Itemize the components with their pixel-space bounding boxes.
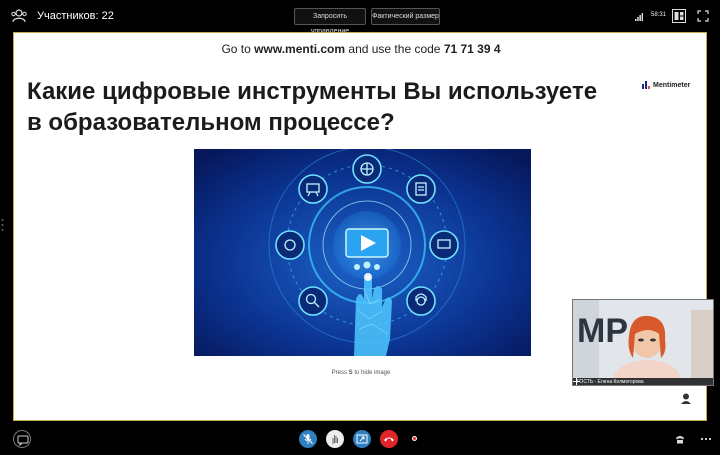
- question-title: Какие цифровые инструменты Вы использует…: [27, 78, 598, 136]
- participants-count[interactable]: Участников: 22: [37, 10, 114, 22]
- participant-video-tile[interactable]: MP ГОСТЬ - Елена Колмогорова: [572, 299, 714, 386]
- top-bar: Участников: 22 Запросить управление Факт…: [0, 0, 720, 35]
- hint-suffix: to hide image: [352, 370, 391, 376]
- video-name-bar: ГОСТЬ - Елена Колмогорова: [573, 378, 713, 385]
- signal-icon: [635, 13, 643, 21]
- phone-icon: [676, 436, 684, 444]
- meeting-timer: 58:31: [651, 12, 667, 18]
- join-prefix: Go to: [221, 42, 255, 56]
- wall-letters: MP: [577, 312, 628, 350]
- participants-icon[interactable]: [11, 9, 27, 23]
- more-icon: [700, 437, 712, 441]
- layout-icon[interactable]: [672, 9, 686, 23]
- join-mid: and use the code: [345, 42, 444, 56]
- actual-size-button[interactable]: Фактический размер: [371, 8, 440, 25]
- hang-up-icon: [384, 437, 394, 442]
- person-icon: [681, 393, 691, 404]
- menti-url: www.menti.com: [254, 42, 346, 56]
- mentimeter-logo: Mentimeter: [642, 80, 690, 90]
- more-options-button[interactable]: [697, 430, 715, 448]
- raise-hand-icon: [332, 435, 338, 444]
- record-icon: [412, 436, 417, 441]
- join-instructions: Go to www.menti.com and use the code 71 …: [14, 42, 708, 56]
- participant-name: ГОСТЬ - Елена Колмогорова: [577, 379, 644, 385]
- fullscreen-icon[interactable]: [697, 10, 709, 22]
- digital-tools-illustration: [194, 149, 531, 356]
- side-panel-handle[interactable]: [1, 218, 4, 232]
- mentimeter-logo-text: Mentimeter: [653, 81, 691, 89]
- mute-button[interactable]: [299, 430, 317, 448]
- share-screen-icon: [356, 434, 368, 444]
- chat-button[interactable]: [13, 430, 31, 448]
- bottom-toolbar: [0, 421, 720, 455]
- leave-meeting-button[interactable]: [380, 430, 398, 448]
- chat-icon: [17, 435, 29, 446]
- participant-video-frame: MP: [573, 300, 713, 378]
- mentimeter-bars-icon: [642, 81, 650, 89]
- pin-icon[interactable]: [573, 378, 580, 385]
- audio-button[interactable]: [671, 430, 689, 448]
- hint-prefix: Press: [331, 370, 349, 376]
- menti-code: 71 71 39 4: [443, 42, 501, 56]
- share-screen-button[interactable]: [353, 430, 371, 448]
- mic-muted-icon: [303, 434, 313, 444]
- participant-profile-button[interactable]: [676, 389, 696, 409]
- request-control-button[interactable]: Запросить управление: [294, 8, 366, 35]
- raise-hand-button[interactable]: [326, 430, 344, 448]
